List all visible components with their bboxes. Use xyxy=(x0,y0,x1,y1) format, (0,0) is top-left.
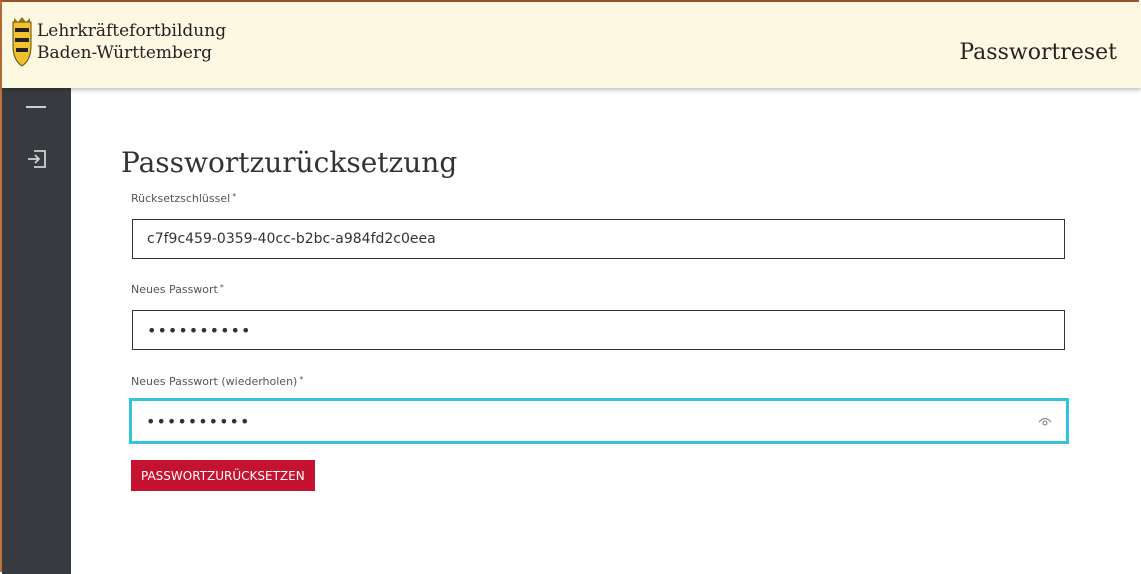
page-name: Passwortreset xyxy=(959,40,1117,65)
sidebar xyxy=(2,88,71,574)
main-content: Passwortzurücksetzung Rücksetzschlüssel *… xyxy=(71,88,1141,574)
reset-key-field[interactable] xyxy=(132,219,1065,259)
repeat-password-label: Neues Passwort (wiederholen) * xyxy=(131,375,304,388)
coat-of-arms-icon xyxy=(12,17,32,67)
minimize-icon[interactable] xyxy=(26,106,46,108)
reset-key-input[interactable] xyxy=(133,220,1064,258)
site-brand[interactable]: Lehrkräftefortbildung Baden-Württemberg xyxy=(37,20,226,64)
new-password-label: Neues Passwort * xyxy=(131,283,224,296)
repeat-password-field[interactable] xyxy=(129,398,1069,444)
reset-key-label: Rücksetzschlüssel * xyxy=(131,192,237,205)
reset-password-button[interactable]: PASSWORTZURÜCKSETZEN xyxy=(131,460,315,491)
site-header: Lehrkräftefortbildung Baden-Württemberg … xyxy=(2,2,1141,88)
repeat-password-input[interactable] xyxy=(132,401,1066,441)
brand-line-1: Lehrkräftefortbildung xyxy=(37,21,227,41)
show-password-icon[interactable] xyxy=(1038,415,1052,427)
new-password-input[interactable] xyxy=(133,311,1064,349)
new-password-field[interactable] xyxy=(132,310,1065,350)
login-icon[interactable] xyxy=(25,149,49,169)
page-title: Passwortzurücksetzung xyxy=(121,146,458,179)
brand-line-2: Baden-Württemberg xyxy=(37,43,212,63)
